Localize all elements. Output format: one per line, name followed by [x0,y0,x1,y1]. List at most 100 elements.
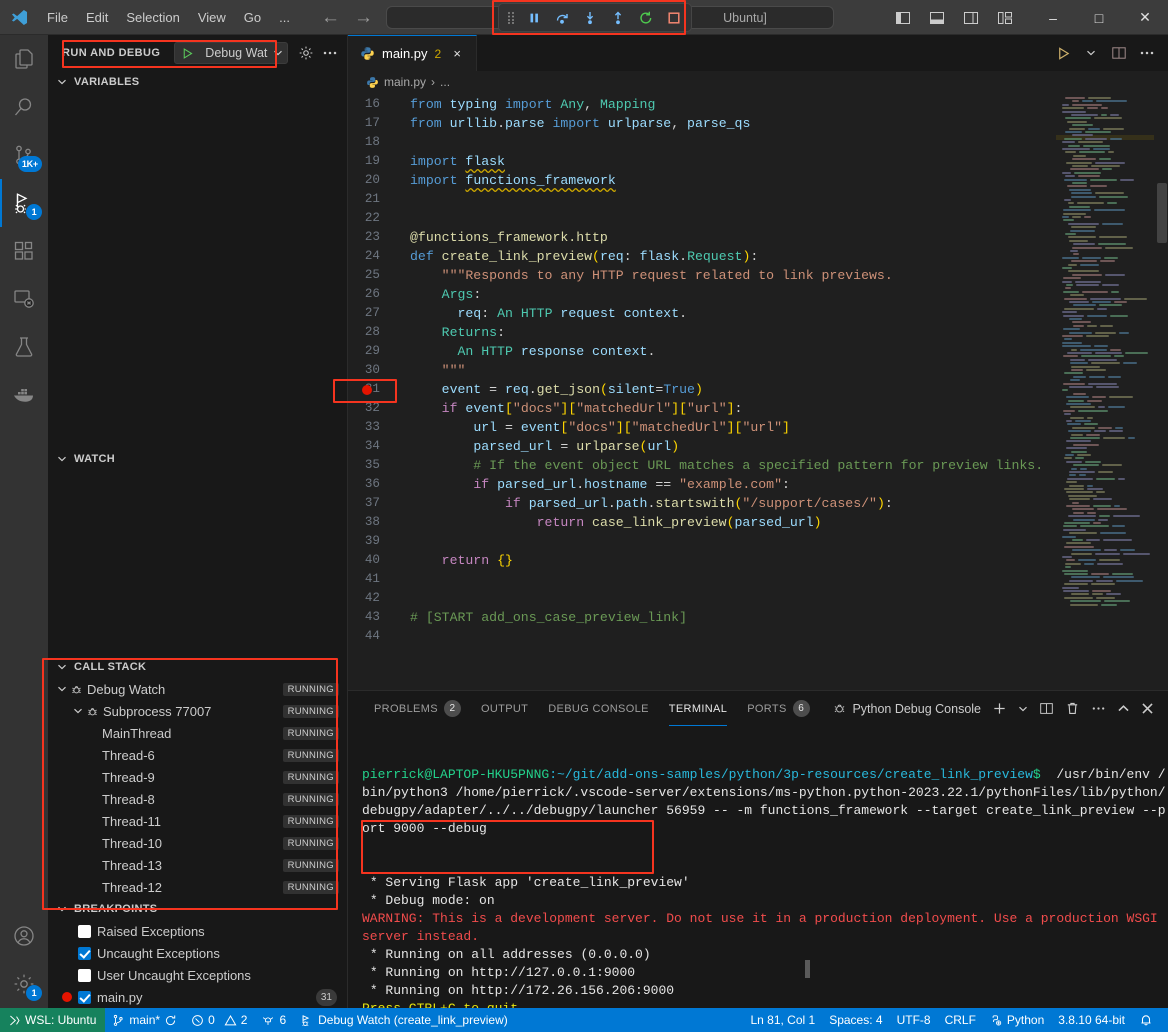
activity-run-and-debug[interactable]: 1 [0,179,48,227]
window-controls[interactable]: – □ ✕ [1030,0,1168,35]
menu-bar[interactable]: File Edit Selection View Go ... [38,0,299,35]
code-scroll[interactable]: 16from typing import Any, Mapping17from … [348,93,1056,690]
line-number[interactable]: 23 [348,228,402,247]
new-terminal-plus-icon[interactable] [988,696,1011,722]
code-line-text[interactable]: url = event["docs"]["matchedUrl"]["url"] [402,418,790,437]
breakpoint-checkbox[interactable] [78,969,91,982]
watch-section-header[interactable]: WATCH [48,448,347,470]
code-line[interactable]: 18 [348,133,1056,152]
status-indentation[interactable]: Spaces: 4 [822,1008,889,1032]
split-terminal-icon[interactable] [1035,696,1058,722]
activity-testing[interactable] [0,323,48,371]
panel-more-actions-icon[interactable] [1087,696,1110,722]
status-remote-host[interactable]: WSL: Ubuntu [0,1008,105,1032]
active-terminal-selector[interactable]: Python Debug Console [828,696,985,722]
code-line-text[interactable]: from urllib.parse import urlparse, parse… [402,114,750,133]
debug-step-out-button[interactable] [605,6,631,30]
activity-explorer[interactable] [0,35,48,83]
tab-output[interactable]: OUTPUT [473,691,536,726]
menu-go[interactable]: Go [235,0,270,35]
code-line-text[interactable]: return {} [402,551,513,570]
call-stack-row[interactable]: MainThreadRUNNING [48,722,347,744]
code-line[interactable]: 29 An HTTP response context. [348,342,1056,361]
line-number[interactable]: 32 [348,399,402,418]
code-line[interactable]: 23@functions_framework.http [348,228,1056,247]
code-line[interactable]: 20import functions_framework [348,171,1056,190]
code-line-text[interactable]: if event["docs"]["matchedUrl"]["url"]: [402,399,742,418]
line-number[interactable]: 25 [348,266,402,285]
customize-layout-icon[interactable] [990,3,1020,33]
chevron-down-icon[interactable] [54,454,70,464]
chevron-down-icon[interactable] [269,48,287,58]
chevron-down-icon[interactable] [54,77,70,87]
activity-accounts[interactable] [0,912,48,960]
code-line-text[interactable]: import functions_framework [402,171,616,190]
code-line-text[interactable]: """ [402,361,465,380]
line-number[interactable]: 17 [348,114,402,133]
activity-source-control[interactable]: 1K+ [0,131,48,179]
breakpoint-row[interactable]: Raised Exceptions [48,920,347,942]
code-line-text[interactable]: # If the event object URL matches a spec… [402,456,1043,475]
minimize-button[interactable]: – [1030,0,1076,35]
panel-tabs[interactable]: PROBLEMS 2 OUTPUT DEBUG CONSOLE TERMINAL… [348,691,1168,726]
line-number[interactable]: 39 [348,532,402,551]
activity-settings[interactable]: 1 [0,960,48,1008]
line-number[interactable]: 35 [348,456,402,475]
breakpoint-checkbox[interactable] [78,991,91,1004]
tab-main-py[interactable]: main.py 2 × [348,35,477,71]
line-number[interactable]: 38 [348,513,402,532]
line-number[interactable]: 21 [348,190,402,209]
line-number[interactable]: 19 [348,152,402,171]
tab-problems[interactable]: PROBLEMS 2 [366,691,469,726]
code-line[interactable]: 26 Args: [348,285,1056,304]
status-cursor-position[interactable]: Ln 81, Col 1 [743,1008,822,1032]
call-stack-row[interactable]: Thread-11RUNNING [48,810,347,832]
line-number[interactable]: 42 [348,589,402,608]
breakpoint-row[interactable]: User Uncaught Exceptions [48,964,347,986]
code-line[interactable]: 19import flask [348,152,1056,171]
close-button[interactable]: ✕ [1122,0,1168,35]
run-dropdown-chevron-icon[interactable] [1078,40,1104,66]
chevron-down-icon[interactable] [54,662,70,672]
call-stack-section-header[interactable]: CALL STACK [48,656,347,678]
debug-stop-button[interactable] [661,6,687,30]
maximize-button[interactable]: □ [1076,0,1122,35]
line-number[interactable]: 41 [348,570,402,589]
go-forward-icon[interactable]: → [354,8,373,27]
code-line-text[interactable]: Returns: [402,323,505,342]
breadcrumb-file[interactable]: main.py [384,75,426,89]
code-line[interactable]: 28 Returns: [348,323,1056,342]
code-line[interactable]: 35 # If the event object URL matches a s… [348,456,1056,475]
line-number[interactable]: 22 [348,209,402,228]
code-line[interactable]: 32 if event["docs"]["matchedUrl"]["url"]… [348,399,1056,418]
status-eol[interactable]: CRLF [938,1008,983,1032]
terminal-output[interactable]: pierrick@LAPTOP-HKU5PNNG:~/git/add-ons-s… [348,726,1168,1008]
scrollbar-thumb[interactable] [1157,183,1167,243]
tab-terminal[interactable]: TERMINAL [661,691,735,726]
line-number[interactable]: 24 [348,247,402,266]
menu-edit[interactable]: Edit [77,0,117,35]
tab-ports[interactable]: PORTS 6 [739,691,817,726]
line-number[interactable]: 27 [348,304,402,323]
activity-remote-explorer[interactable] [0,275,48,323]
code-line[interactable]: 31 event = req.get_json(silent=True) [348,380,1056,399]
activity-search[interactable] [0,83,48,131]
status-git-branch[interactable]: main* [105,1008,184,1032]
code-line[interactable]: 40 return {} [348,551,1056,570]
menu-selection[interactable]: Selection [117,0,188,35]
status-language-mode[interactable]: Python [983,1008,1051,1032]
breakpoint-checkbox[interactable] [78,925,91,938]
code-line-text[interactable]: # [START add_ons_case_preview_link] [402,608,687,627]
line-number[interactable]: 28 [348,323,402,342]
breadcrumb-more[interactable]: ... [440,75,450,89]
code-line[interactable]: 27 req: An HTTP request context. [348,304,1056,323]
status-notifications[interactable] [1132,1008,1160,1032]
code-line[interactable]: 44 [348,627,1056,646]
line-number[interactable]: 18 [348,133,402,152]
code-line[interactable]: 36 if parsed_url.hostname == "example.co… [348,475,1056,494]
minimap[interactable] [1056,93,1168,690]
close-panel-icon[interactable] [1137,696,1158,722]
breakpoint-row[interactable]: Uncaught Exceptions [48,942,347,964]
code-line-text[interactable]: @functions_framework.http [402,228,608,247]
code-line-text[interactable]: """Responds to any HTTP request related … [402,266,893,285]
